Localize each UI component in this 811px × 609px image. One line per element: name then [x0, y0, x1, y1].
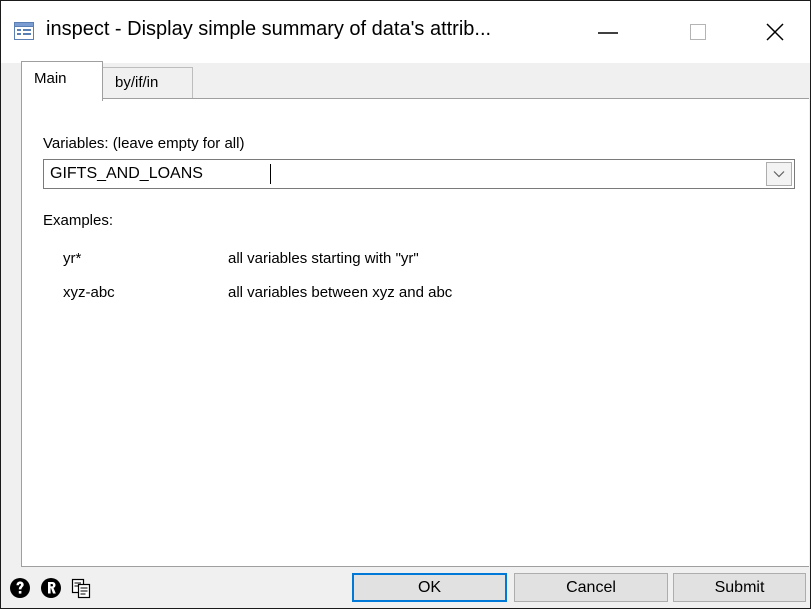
cancel-button[interactable]: Cancel — [514, 573, 668, 602]
help-icon[interactable] — [9, 577, 31, 599]
close-button[interactable] — [745, 1, 805, 63]
maximize-icon — [690, 24, 706, 40]
tab-by-if-in[interactable]: by/if/in — [103, 67, 193, 99]
examples-label: Examples: — [43, 212, 114, 229]
variables-dropdown-button[interactable] — [766, 162, 792, 186]
copy-command-icon[interactable] — [70, 577, 92, 599]
maximize-button[interactable] — [668, 1, 728, 63]
submit-button[interactable]: Submit — [673, 573, 806, 602]
tab-main[interactable]: Main — [21, 61, 103, 101]
example-pattern: yr* — [63, 250, 82, 267]
ok-button[interactable]: OK — [352, 573, 507, 602]
chevron-down-icon — [773, 171, 785, 178]
inspect-dialog: inspect - Display simple summary of data… — [0, 0, 811, 609]
text-cursor — [270, 164, 271, 184]
minimize-icon — [598, 32, 618, 34]
dialog-icon — [14, 22, 34, 40]
example-pattern: xyz-abc — [63, 284, 115, 301]
minimize-button[interactable] — [578, 1, 638, 63]
example-description: all variables between xyz and abc — [228, 284, 453, 301]
window-title: inspect - Display simple summary of data… — [46, 18, 492, 40]
variables-input[interactable] — [50, 160, 750, 188]
variables-combobox[interactable] — [43, 159, 795, 189]
example-description: all variables starting with "yr" — [228, 250, 419, 267]
close-icon — [766, 23, 784, 41]
title-bar[interactable]: inspect - Display simple summary of data… — [1, 1, 810, 63]
main-panel: Variables: (leave empty for all) Example… — [21, 98, 809, 567]
reset-icon[interactable] — [40, 577, 62, 599]
variables-label: Variables: (leave empty for all) — [43, 135, 245, 152]
